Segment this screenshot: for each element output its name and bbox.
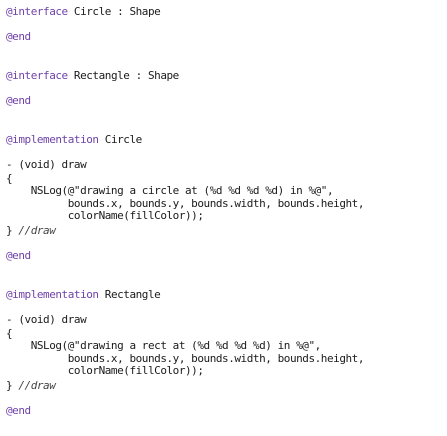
declaration-text: Circle (98, 133, 142, 146)
directive-keyword: @end (6, 30, 31, 43)
code-line: @end (6, 405, 31, 417)
code-line: @implementation Circle (6, 134, 142, 146)
declaration-text: Rectangle (98, 288, 161, 301)
code-line: @interface Rectangle : Shape (6, 70, 179, 82)
code-line: @end (6, 250, 31, 262)
directive-keyword: @end (6, 404, 31, 417)
directive-keyword: @end (6, 94, 31, 107)
closing-brace: } (6, 379, 19, 392)
directive-keyword: @interface (6, 5, 68, 18)
directive-keyword: @interface (6, 69, 68, 82)
code-line: } //draw (6, 224, 56, 237)
directive-keyword: @implementation (6, 288, 99, 301)
code-line: @end (6, 31, 31, 43)
code-listing: @interface Circle : Shape @end @interfac… (6, 0, 447, 436)
declaration-text: Rectangle : Shape (67, 69, 179, 82)
code-line: @interface Circle : Shape (6, 5, 161, 18)
directive-keyword: @implementation (6, 133, 99, 146)
comment-text: //draw (18, 379, 56, 392)
code-line: colorName(fillColor)); (6, 364, 204, 377)
code-line: NSLog(@"drawing a rect at (%d %d %d %d) … (6, 339, 322, 352)
closing-brace: } (6, 224, 19, 237)
code-line: colorName(fillColor)); (6, 209, 204, 222)
directive-keyword: @end (6, 249, 31, 262)
code-line: @implementation Rectangle (6, 288, 161, 301)
code-line: } //draw (6, 379, 56, 392)
comment-text: //draw (18, 224, 56, 237)
code-line: - (void) draw (6, 313, 87, 326)
code-line: - (void) draw (6, 158, 87, 171)
code-line: NSLog(@"drawing a circle at (%d %d %d %d… (6, 184, 334, 197)
declaration-text: Circle : Shape (67, 5, 161, 18)
code-line: @end (6, 95, 31, 107)
